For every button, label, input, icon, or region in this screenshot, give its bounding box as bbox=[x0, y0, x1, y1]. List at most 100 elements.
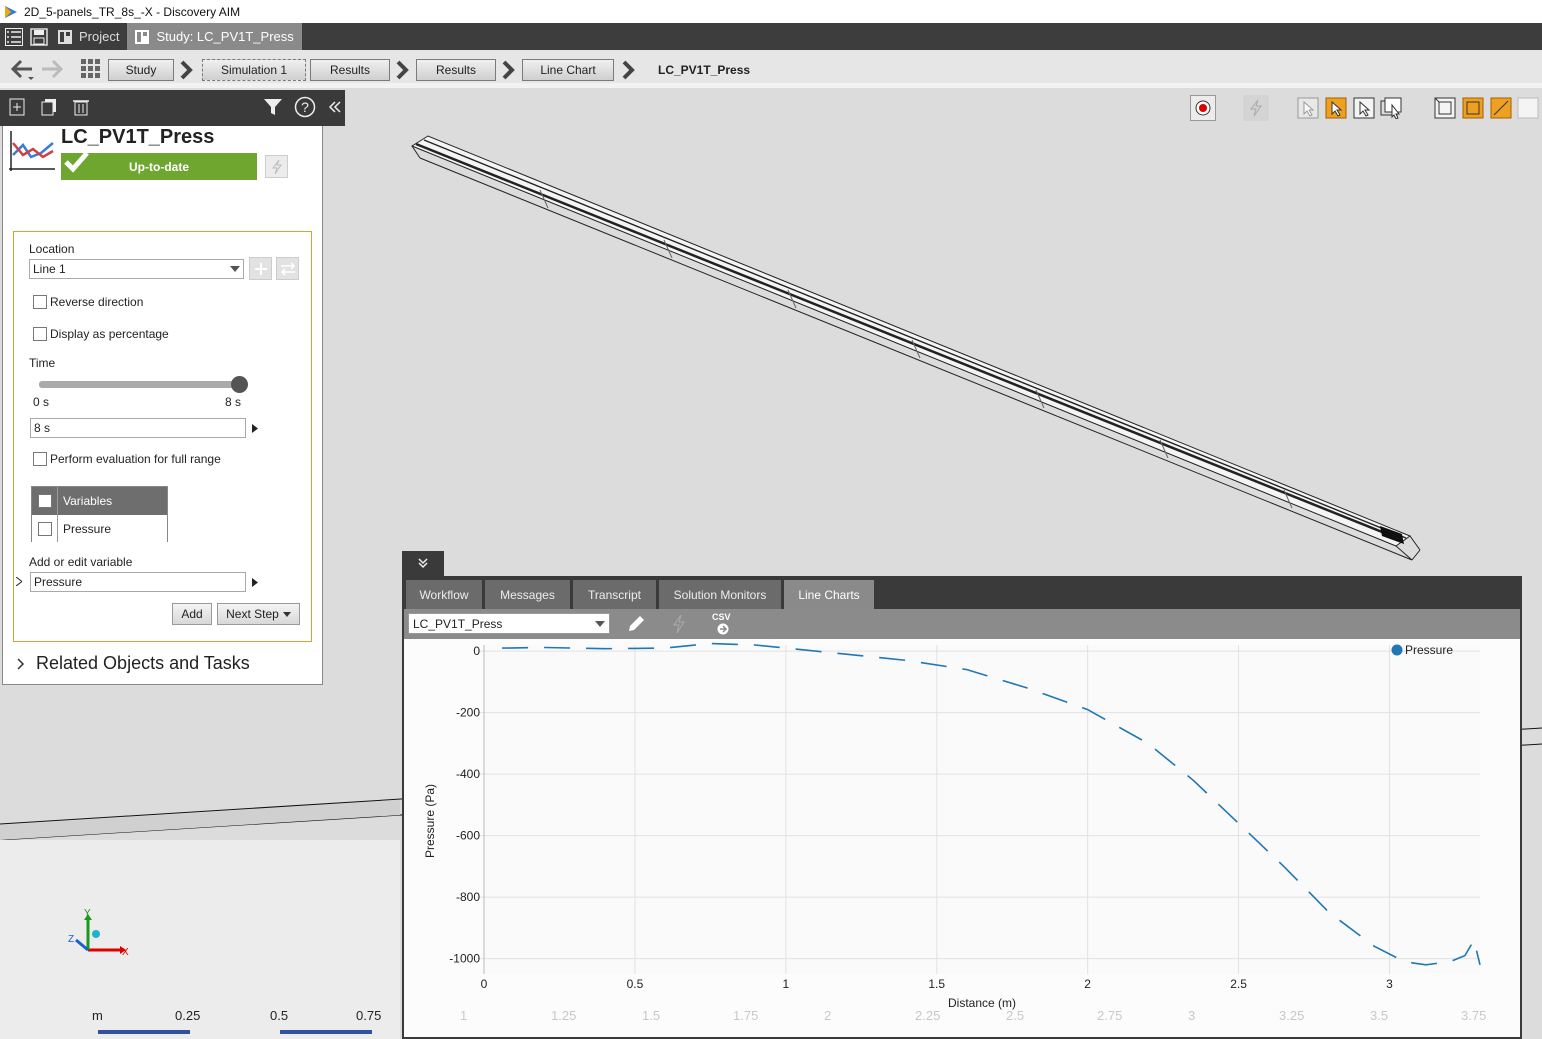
chart-plot-area: 0 -200 -400 -600 -800 -1000 0 0.5 1 1.5 2 2.5 3 Dis… bbox=[404, 639, 1520, 1037]
selection-box-icon bbox=[1297, 97, 1319, 119]
crumb-study[interactable]: Study bbox=[108, 59, 174, 81]
ruler-unit: m bbox=[92, 1008, 103, 1023]
filter-button[interactable] bbox=[262, 96, 284, 118]
view-tool-1[interactable] bbox=[1433, 96, 1457, 120]
variable-checkbox[interactable] bbox=[37, 521, 52, 536]
x-tick-label: 3 bbox=[1386, 977, 1393, 991]
legend-marker bbox=[1391, 644, 1403, 656]
top-tab-bar: Project Study: LC_PV1T_Press bbox=[0, 23, 1542, 50]
x-tick-label: 2 bbox=[1084, 977, 1091, 991]
select-all-checkbox[interactable] bbox=[37, 494, 52, 508]
tab-transcript[interactable]: Transcript bbox=[573, 580, 656, 609]
time-slider-track[interactable] bbox=[39, 381, 239, 388]
forward-arrow-icon[interactable] bbox=[40, 57, 66, 83]
back-arrow-icon[interactable] bbox=[8, 57, 36, 83]
properties-panel: ? LC_PV1T_Press Up-to-date Location Line… bbox=[0, 90, 345, 685]
select-tool-3[interactable] bbox=[1352, 96, 1376, 120]
legend-label: Pressure bbox=[1405, 643, 1453, 657]
expand-arrow-icon[interactable] bbox=[252, 424, 258, 433]
duplicate-button[interactable] bbox=[38, 96, 60, 118]
time-min-label: 0 s bbox=[33, 395, 50, 409]
save-icon[interactable] bbox=[28, 26, 50, 48]
view-tool-4[interactable] bbox=[1517, 96, 1539, 120]
chart-panel-tabs: Workflow Messages Transcript Solution Mo… bbox=[404, 578, 1520, 609]
plus-icon bbox=[254, 262, 267, 275]
delete-button[interactable] bbox=[70, 96, 92, 118]
chart-select-dropdown[interactable]: LC_PV1T_Press bbox=[408, 613, 610, 634]
edit-pencil-icon[interactable] bbox=[626, 614, 646, 634]
tab-messages[interactable]: Messages bbox=[485, 580, 570, 609]
axis-triad: Y Z X bbox=[68, 908, 129, 958]
select-tool-4[interactable] bbox=[1380, 96, 1404, 120]
update-bolt-button[interactable] bbox=[1243, 95, 1269, 121]
select-tool-2[interactable] bbox=[1324, 96, 1348, 120]
location-dropdown[interactable]: Line 1 bbox=[29, 259, 244, 279]
variable-input[interactable]: Pressure bbox=[30, 572, 246, 592]
window-title: 2D_5-panels_TR_8s_-X - Discovery AIM bbox=[24, 4, 241, 19]
view-tool-3[interactable] bbox=[1489, 96, 1513, 120]
status-badge: Up-to-date bbox=[61, 151, 257, 180]
view-cube-icon bbox=[1434, 97, 1456, 119]
ruler-label-faint: 2.5 bbox=[1006, 1008, 1025, 1023]
svg-text:?: ? bbox=[301, 99, 309, 115]
study-icon bbox=[135, 29, 150, 44]
view-tool-2[interactable] bbox=[1461, 96, 1485, 120]
tab-workflow[interactable]: Workflow bbox=[406, 580, 482, 609]
y-tick-label: -400 bbox=[456, 767, 480, 781]
related-objects-toggle[interactable]: Related Objects and Tasks bbox=[17, 653, 250, 674]
add-location-button[interactable] bbox=[249, 257, 272, 280]
window-titlebar: 2D_5-panels_TR_8s_-X - Discovery AIM bbox=[0, 0, 1542, 23]
crumb-results-1[interactable]: Results bbox=[310, 59, 390, 81]
crumb-current: LC_PV1T_Press bbox=[658, 63, 751, 77]
new-object-button[interactable] bbox=[6, 96, 28, 118]
swap-location-button[interactable] bbox=[276, 257, 299, 280]
plot-background bbox=[484, 645, 1480, 974]
crumb-simulation[interactable]: Simulation 1 bbox=[202, 59, 306, 81]
filter-icon bbox=[264, 99, 282, 115]
update-button[interactable] bbox=[265, 155, 288, 178]
ruler-label-faint: 3.25 bbox=[1279, 1008, 1305, 1023]
help-button[interactable]: ? bbox=[294, 96, 316, 118]
collapse-chart-button[interactable] bbox=[402, 551, 444, 576]
full-range-checkbox[interactable] bbox=[33, 452, 47, 466]
reverse-direction-label: Reverse direction bbox=[50, 295, 144, 309]
tab-project[interactable]: Project bbox=[50, 23, 127, 50]
line-chart-settings: Location Line 1 Reverse direction Displa… bbox=[13, 231, 312, 642]
object-title: LC_PV1T_Press bbox=[61, 126, 215, 148]
next-step-button[interactable]: Next Step bbox=[217, 603, 300, 625]
selection-edge-icon bbox=[1353, 97, 1375, 119]
time-input[interactable]: 8 s bbox=[30, 418, 246, 438]
expand-arrow-icon[interactable] bbox=[16, 577, 22, 586]
help-icon: ? bbox=[294, 96, 316, 118]
expand-arrow-icon[interactable] bbox=[252, 578, 258, 587]
export-csv-button[interactable]: CSV bbox=[710, 612, 734, 637]
ruler-label: 0.25 bbox=[175, 1008, 201, 1023]
display-percentage-checkbox[interactable] bbox=[33, 327, 47, 341]
selection-face-icon bbox=[1325, 97, 1347, 119]
table-row[interactable]: Pressure bbox=[32, 515, 167, 542]
select-tool-1[interactable] bbox=[1296, 96, 1320, 120]
tab-study[interactable]: Study: LC_PV1T_Press bbox=[127, 23, 302, 50]
record-button[interactable] bbox=[1190, 95, 1216, 121]
location-label: Location bbox=[29, 242, 75, 256]
lightning-icon[interactable] bbox=[672, 614, 686, 634]
grid-view-icon[interactable] bbox=[80, 58, 102, 80]
new-document-icon bbox=[9, 98, 25, 116]
trash-icon bbox=[73, 100, 89, 116]
time-slider-knob[interactable] bbox=[231, 376, 248, 393]
ruler-bar bbox=[280, 1030, 372, 1034]
crumb-line-chart[interactable]: Line Chart bbox=[522, 59, 614, 81]
crumb-results-2[interactable]: Results bbox=[416, 59, 496, 81]
tab-line-charts[interactable]: Line Charts bbox=[784, 580, 874, 609]
ruler-label-faint: 2.25 bbox=[915, 1008, 941, 1023]
project-icon bbox=[58, 29, 72, 44]
menu-icon[interactable] bbox=[3, 26, 25, 48]
ruler-label-faint: 1.25 bbox=[551, 1008, 577, 1023]
lightning-icon bbox=[1249, 99, 1262, 117]
time-label: Time bbox=[29, 356, 56, 370]
x-tick-label: 0 bbox=[481, 977, 488, 991]
tab-solution-monitors[interactable]: Solution Monitors bbox=[659, 580, 781, 609]
add-button[interactable]: Add bbox=[172, 603, 212, 625]
reverse-direction-checkbox[interactable] bbox=[33, 295, 47, 309]
collapse-panel-button[interactable] bbox=[324, 96, 346, 118]
